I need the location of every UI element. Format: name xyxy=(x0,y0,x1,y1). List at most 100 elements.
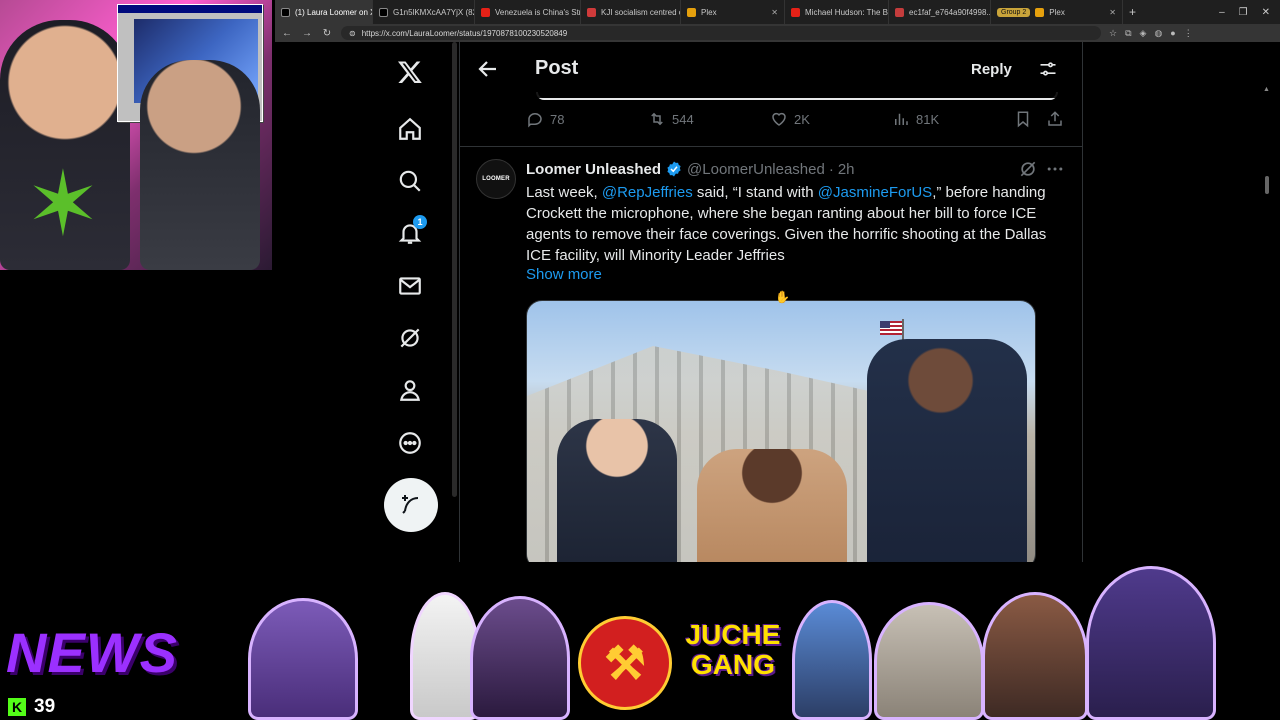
like-action[interactable]: 2K xyxy=(770,110,810,128)
maximize-icon[interactable]: ❐ xyxy=(1239,7,1248,18)
profile-icon[interactable]: ● xyxy=(1170,28,1175,39)
share-action[interactable] xyxy=(1046,110,1064,128)
x-logo-icon[interactable] xyxy=(379,52,441,92)
hand-cursor-icon: ✋ xyxy=(775,290,790,304)
tab-plex-group[interactable]: Group 2 Plex ✕ xyxy=(991,0,1123,24)
x-favicon-icon xyxy=(379,7,388,17)
tab-venezuela[interactable]: Venezuela is China's Strat... ✕ xyxy=(475,0,581,24)
sliders-icon[interactable] xyxy=(1038,59,1058,79)
tab-image[interactable]: G1n5lKMXcAA7YjX (823×... ✕ xyxy=(373,0,475,24)
back-arrow-icon[interactable] xyxy=(476,57,500,81)
heart-icon xyxy=(772,112,786,126)
compose-post-button[interactable] xyxy=(384,478,438,532)
profile-person-icon[interactable] xyxy=(379,370,441,410)
menu-icon[interactable]: ⋮ xyxy=(1184,28,1193,39)
previous-post-actions: 78 544 2K 81K xyxy=(460,110,1082,136)
back-icon[interactable]: ← xyxy=(281,28,293,39)
emblem-sticker: ⚒ xyxy=(578,616,672,710)
mention-link[interactable]: @RepJeffries xyxy=(602,184,693,201)
close-icon[interactable]: ✕ xyxy=(771,8,778,17)
home-icon[interactable] xyxy=(379,109,441,149)
post-header: Post Reply xyxy=(460,42,1082,98)
plex-favicon-icon xyxy=(687,7,696,17)
cat-sticker xyxy=(874,602,984,720)
author-handle[interactable]: @LoomerUnleashed xyxy=(687,161,825,178)
sidebar-scrollbar[interactable] xyxy=(452,42,457,497)
video-figure xyxy=(867,339,1027,562)
tweet-header: Loomer Unleashed @LoomerUnleashed · 2h xyxy=(526,160,855,178)
bookmark-star-icon[interactable]: ☆ xyxy=(1109,28,1117,39)
portrait-sticker xyxy=(1086,566,1216,720)
stream-overlay: NEWS K 39 ⚒ JUCHE GANG xyxy=(0,562,1280,720)
messages-envelope-icon[interactable] xyxy=(379,266,441,306)
grok-icon[interactable] xyxy=(379,318,441,358)
site-info-icon[interactable]: ⊜ xyxy=(349,29,356,38)
bookmark-icon xyxy=(1017,111,1029,128)
grok-icon[interactable] xyxy=(1018,159,1038,179)
close-window-icon[interactable]: ✕ xyxy=(1262,7,1270,18)
x-favicon-icon xyxy=(281,7,290,17)
image-favicon-icon xyxy=(895,7,904,17)
tab-kji-socialism[interactable]: KJI socialism centred on ... ✕ xyxy=(581,0,681,24)
bookmark-action[interactable] xyxy=(1014,110,1032,128)
tab-plex[interactable]: Plex ✕ xyxy=(681,0,785,24)
author-name[interactable]: Loomer Unleashed xyxy=(526,161,661,178)
verified-badge-icon xyxy=(667,161,681,177)
show-more-link[interactable]: Show more xyxy=(526,266,602,283)
video-figure xyxy=(557,419,677,562)
post-column: Post Reply 78 544 2K 81K LOOMER Loomer U… xyxy=(459,42,1083,562)
views-action[interactable]: 81K xyxy=(892,110,939,128)
mention-link[interactable]: @JasmineForUS xyxy=(818,184,932,201)
more-options-icon[interactable] xyxy=(1045,159,1065,179)
extension-icon[interactable]: ◈ xyxy=(1140,28,1147,39)
document-favicon-icon xyxy=(587,7,596,17)
tweet-card[interactable]: LOOMER Loomer Unleashed @LoomerUnleashed… xyxy=(460,147,1082,562)
reload-icon[interactable]: ↻ xyxy=(321,28,333,39)
timestamp[interactable]: 2h xyxy=(838,161,855,178)
second-figure xyxy=(140,60,260,270)
x-sidebar: 1 xyxy=(379,42,441,562)
views-chart-icon xyxy=(895,113,908,125)
repost-action[interactable]: 544 xyxy=(648,110,694,128)
reply-button[interactable]: Reply xyxy=(971,61,1012,78)
stream-screen: ✶ (1) Laura Loomer on X: "It... ✕ G1n5lK… xyxy=(0,0,1280,720)
explore-search-icon[interactable] xyxy=(379,161,441,201)
youtube-favicon-icon xyxy=(481,7,490,17)
video-figure xyxy=(697,449,847,562)
close-icon[interactable]: ✕ xyxy=(1109,8,1116,17)
extension-icon[interactable]: ⧉ xyxy=(1125,28,1131,39)
url-text: https://x.com/LauraLoomer/status/1970878… xyxy=(361,28,568,38)
tab-ec1faf[interactable]: ec1faf_e764a90f4998... ✕ xyxy=(889,0,991,24)
flag-icon xyxy=(880,321,902,335)
tweet-video[interactable] xyxy=(526,300,1036,562)
juche-gang-sticker: JUCHE GANG xyxy=(685,619,781,680)
plex-favicon-icon xyxy=(1035,7,1045,17)
youtube-favicon-icon xyxy=(791,7,800,17)
repost-icon xyxy=(651,112,663,126)
news-banner: NEWS xyxy=(6,621,178,684)
share-icon xyxy=(1048,111,1062,126)
scroll-up-arrow-icon[interactable]: ▲ xyxy=(1263,86,1270,93)
page-title: Post xyxy=(535,57,579,79)
webcam-overlay: ✶ xyxy=(0,0,272,270)
kick-viewer-count: K 39 xyxy=(8,696,55,718)
tab-bar: (1) Laura Loomer on X: "It... ✕ G1n5lKMX… xyxy=(275,0,1280,24)
tab-michael-hudson[interactable]: Michael Hudson: The Big... ✕ xyxy=(785,0,889,24)
portrait-sticker xyxy=(982,592,1088,720)
window-controls: – ❐ ✕ xyxy=(1219,7,1280,18)
tab-laura-loomer[interactable]: (1) Laura Loomer on X: "It... ✕ xyxy=(275,0,373,24)
tweet-text: Last week, @RepJeffries said, “I stand w… xyxy=(526,184,1047,264)
extension-icon[interactable]: ◍ xyxy=(1154,28,1162,39)
url-input[interactable]: ⊜ https://x.com/LauraLoomer/status/19708… xyxy=(341,26,1101,40)
reply-bubble-icon xyxy=(528,113,542,128)
notifications-bell-icon[interactable]: 1 xyxy=(379,213,441,253)
new-tab-button[interactable]: + xyxy=(1123,0,1142,24)
reply-action[interactable]: 78 xyxy=(526,110,564,128)
feather-plus-icon xyxy=(402,495,419,514)
tab-group-chip[interactable]: Group 2 xyxy=(997,7,1031,17)
minimize-icon[interactable]: – xyxy=(1219,7,1225,18)
forward-icon[interactable]: → xyxy=(301,28,313,39)
avatar[interactable]: LOOMER xyxy=(476,159,516,199)
more-circle-icon[interactable] xyxy=(379,423,441,463)
page-scrollbar[interactable] xyxy=(1265,176,1269,194)
